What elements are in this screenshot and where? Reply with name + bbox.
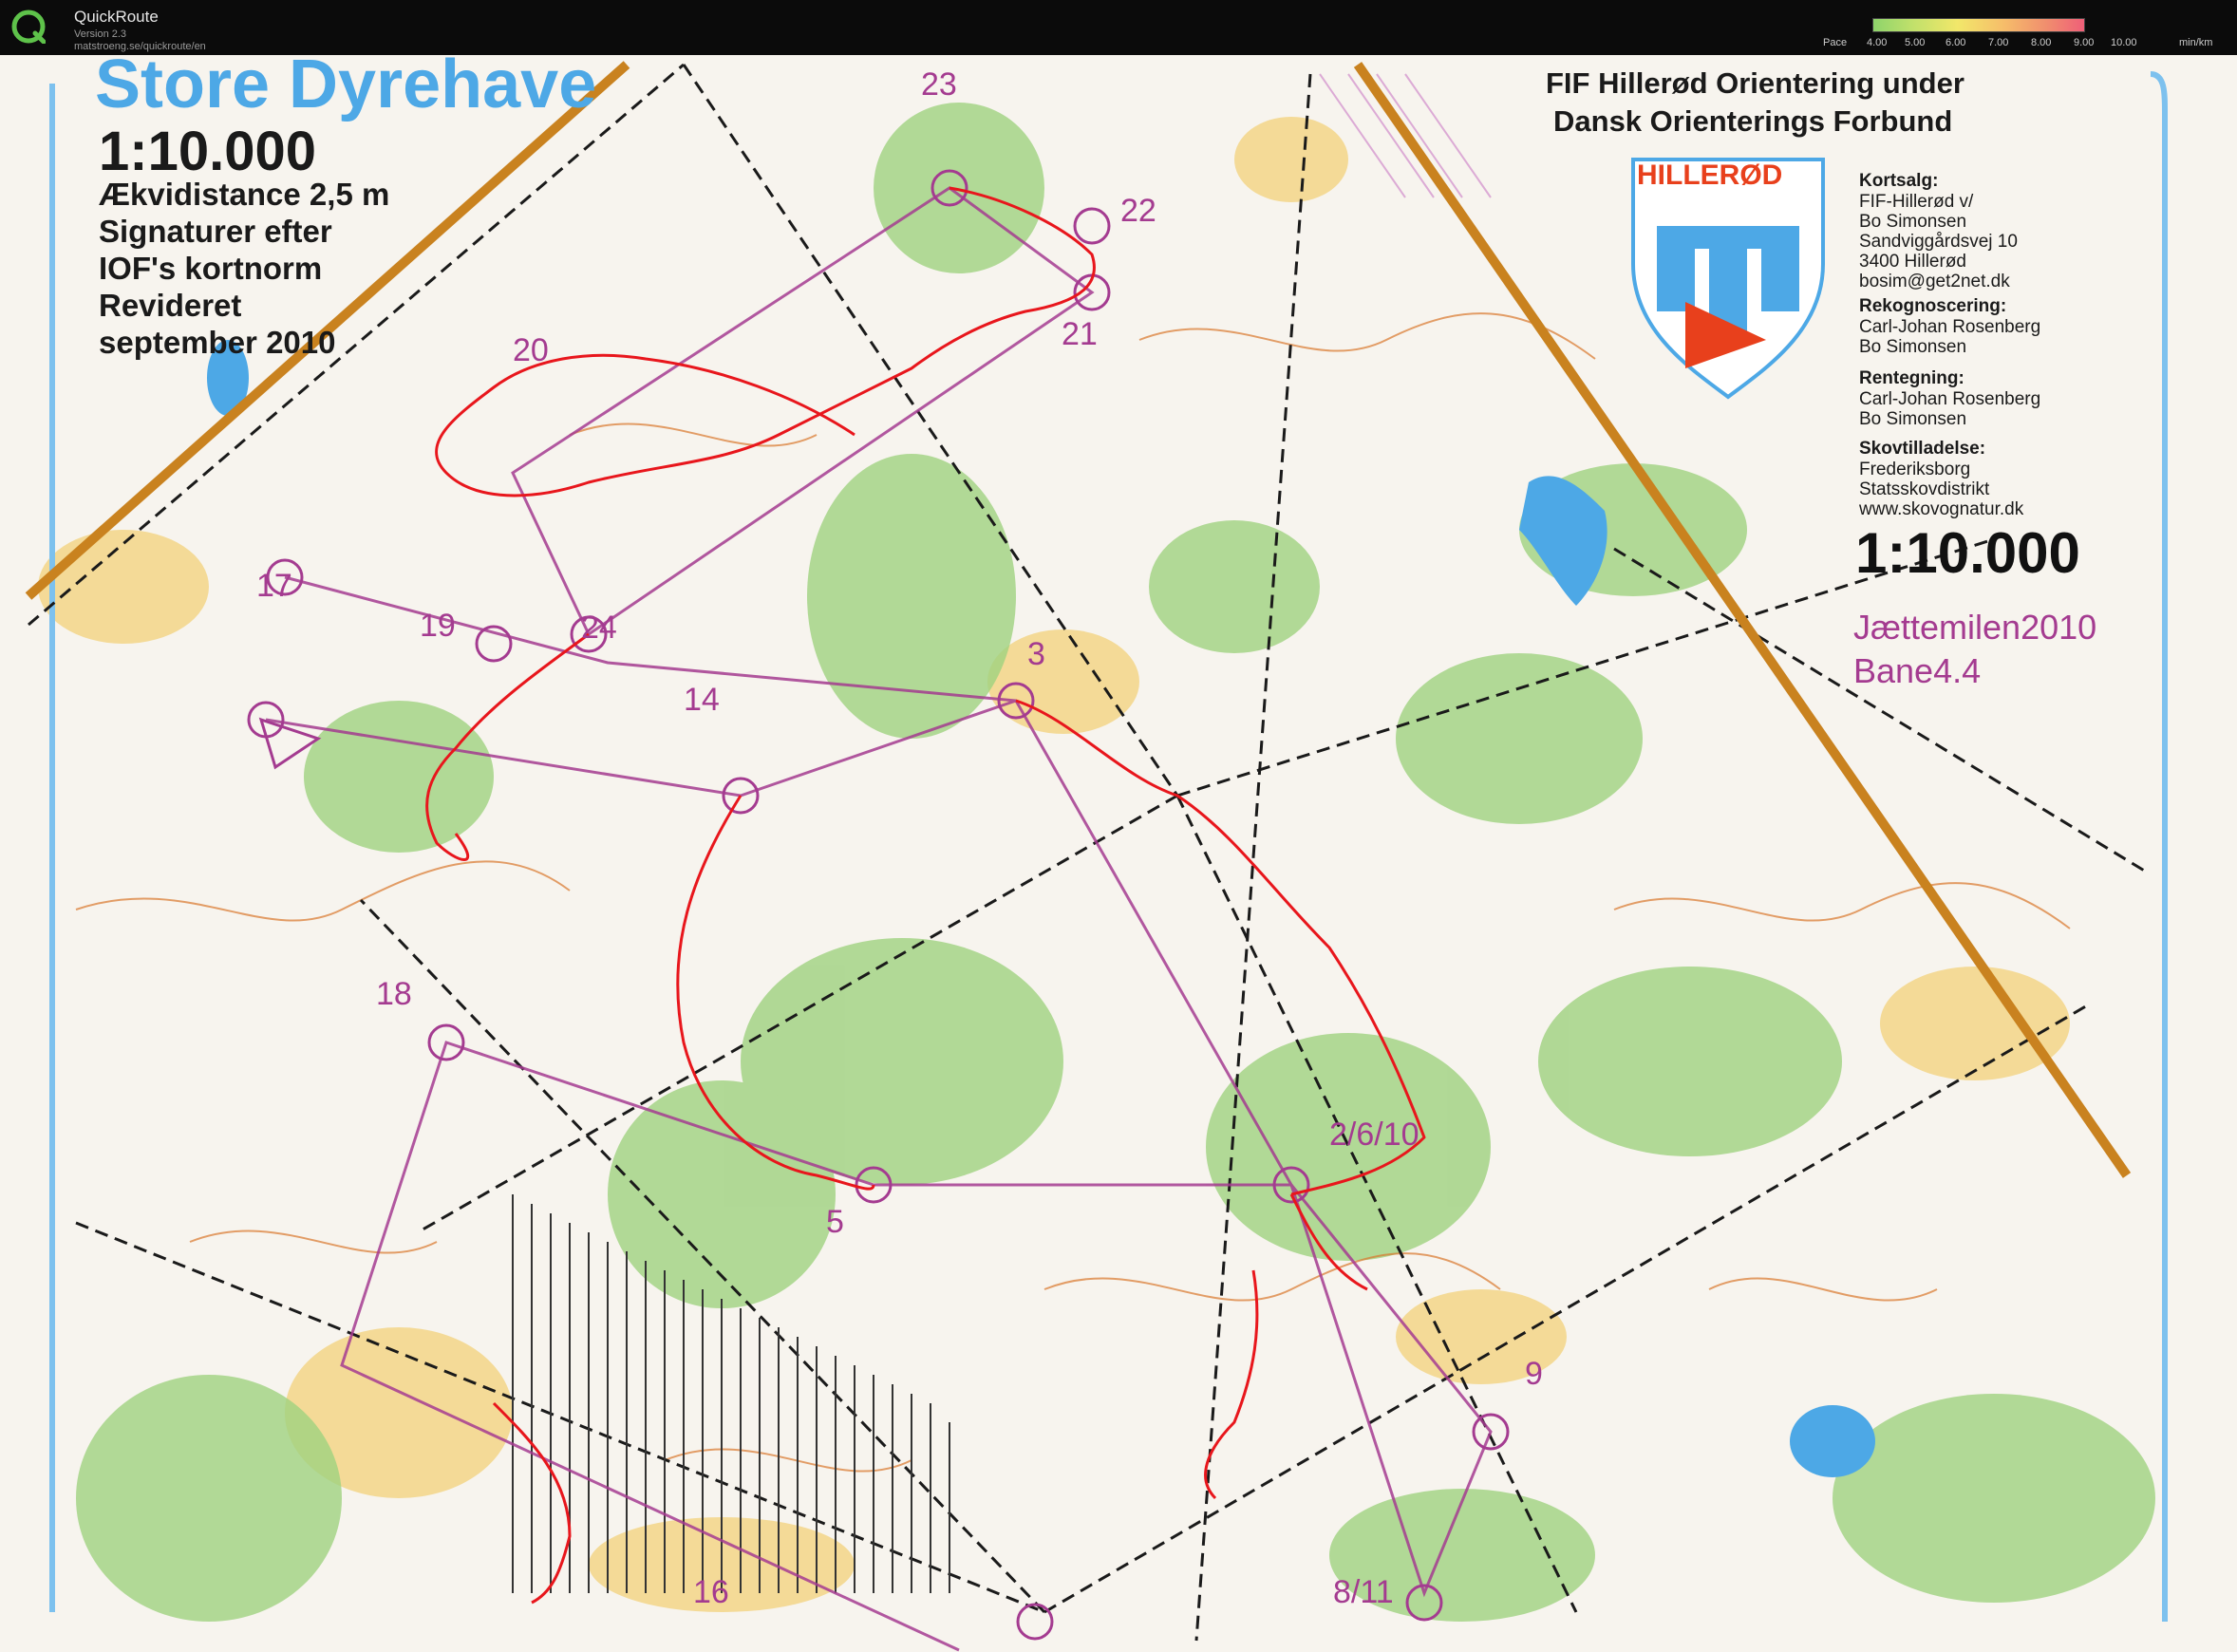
info-heading: Rentegning: <box>1859 368 1964 388</box>
control-label: 8/11 <box>1333 1574 1394 1610</box>
pace-tick: 4.00 <box>1867 37 1888 48</box>
info-line: Statsskovdistrikt <box>1859 479 1990 499</box>
pace-legend: Pace 4.00 5.00 6.00 7.00 8.00 9.00 10.00… <box>1823 16 2231 54</box>
pace-tick: 6.00 <box>1946 37 1966 48</box>
pace-unit: min/km <box>2179 37 2213 48</box>
legend-line: IOF's kortnorm <box>99 251 323 286</box>
control-label: 17 <box>256 568 292 604</box>
legend-line: Ækvidistance 2,5 m <box>99 177 390 212</box>
info-heading: Skovtilladelse: <box>1859 439 1986 459</box>
info-line: Bo Simonsen <box>1859 212 1967 232</box>
control-label: 5 <box>826 1204 844 1240</box>
app-url[interactable]: matstroeng.se/quickroute/en <box>74 41 206 52</box>
pace-label: Pace <box>1823 37 1848 48</box>
info-line: 3400 Hillerød <box>1859 252 1966 272</box>
orienteering-map[interactable]: Store Dyrehave 1:10.000 Ækvidistance 2,5… <box>0 55 2237 1652</box>
info-heading: Kortsalg: <box>1859 171 1939 191</box>
club-logo-text: HILLERØD <box>1637 160 1783 191</box>
control-label: 24 <box>581 610 617 646</box>
legend-line: Signaturer efter <box>99 214 332 249</box>
course-name: Bane4.4 <box>1853 651 1982 690</box>
title-bar: QuickRoute Version 2.3 matstroeng.se/qui… <box>0 0 2237 55</box>
info-line: www.skovognatur.dk <box>1859 499 2024 519</box>
legend-line: september 2010 <box>99 325 336 360</box>
map-graphics <box>0 55 2237 1652</box>
control-label: 2/6/10 <box>1329 1117 1419 1153</box>
info-line: Carl-Johan Rosenberg <box>1859 317 2041 337</box>
event-name: Jættemilen2010 <box>1853 608 2097 647</box>
control-label: 22 <box>1120 193 1156 229</box>
legend-line: Revideret <box>99 288 242 323</box>
control-label: 21 <box>1062 316 1098 352</box>
control-label: 19 <box>420 608 456 644</box>
map-scale: 1:10.000 <box>99 121 316 182</box>
control-label: 16 <box>693 1574 729 1610</box>
info-line: FIF-Hillerød v/ <box>1859 192 1974 212</box>
pace-tick: 9.00 <box>2074 37 2095 48</box>
organiser-line: Dansk Orienterings Forbund <box>1553 104 1953 138</box>
quickroute-logo-icon <box>11 9 46 44</box>
organiser-title: FIF Hillerød Orientering under Dansk Ori… <box>1546 65 1964 141</box>
info-line: Bo Simonsen <box>1859 337 1967 357</box>
info-line: Bo Simonsen <box>1859 409 1967 429</box>
info-line: Carl-Johan Rosenberg <box>1859 389 2041 409</box>
map-scale-right: 1:10.000 <box>1855 521 2080 585</box>
control-label: 14 <box>684 682 720 718</box>
control-label: 18 <box>376 976 412 1012</box>
app-version: Version 2.3 <box>74 28 127 40</box>
info-line: bosim@get2net.dk <box>1859 272 2010 291</box>
pace-tick: 8.00 <box>2031 37 2052 48</box>
info-line: Frederiksborg <box>1859 460 1971 479</box>
info-line: Sandviggårdsvej 10 <box>1859 232 2018 252</box>
control-label: 3 <box>1027 636 1045 672</box>
info-heading: Rekognoscering: <box>1859 296 2007 316</box>
app-title: QuickRoute <box>74 8 159 26</box>
pace-color-bar <box>1872 18 2085 32</box>
organiser-line: FIF Hillerød Orientering under <box>1546 66 1964 100</box>
control-label: 9 <box>1525 1356 1543 1392</box>
control-label: 20 <box>513 332 549 368</box>
control-label: 23 <box>921 66 957 103</box>
pace-tick: 5.00 <box>1905 37 1926 48</box>
pace-tick: 10.00 <box>2111 37 2137 48</box>
pace-tick: 7.00 <box>1988 37 2009 48</box>
map-name: Store Dyrehave <box>95 55 597 122</box>
